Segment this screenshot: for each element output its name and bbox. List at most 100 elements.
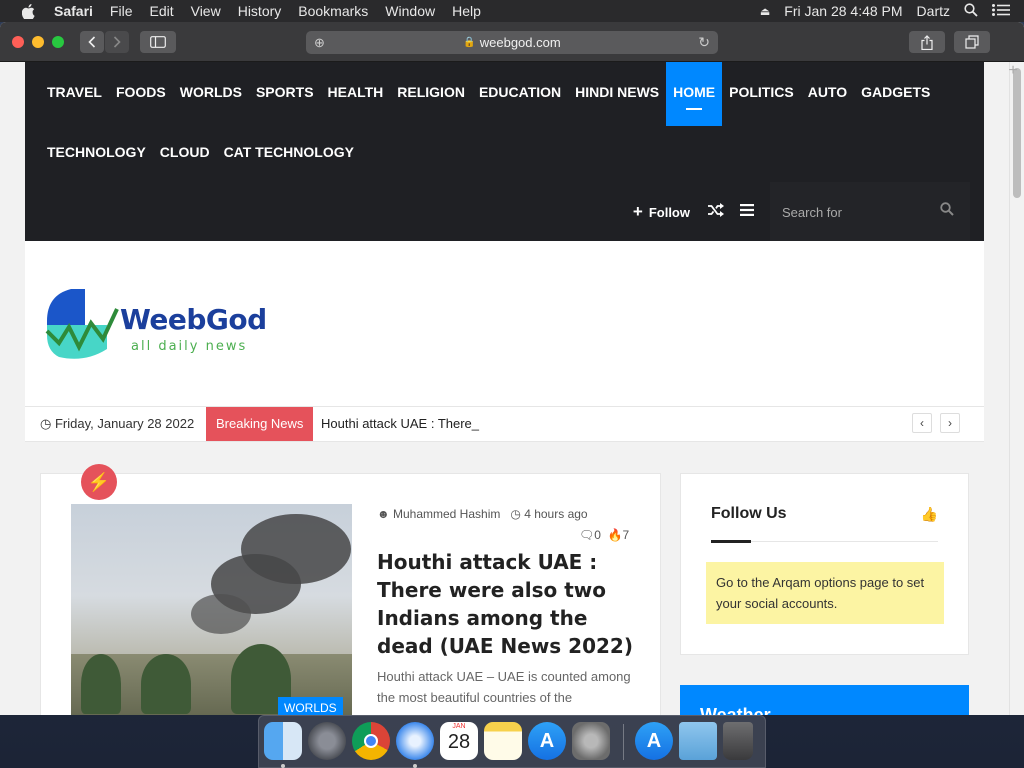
- clock-icon: ◷: [40, 416, 52, 431]
- menu-bar: Safari File Edit View History Bookmarks …: [0, 0, 1024, 22]
- search-input[interactable]: [782, 204, 932, 220]
- apple-menu-icon[interactable]: [20, 0, 36, 22]
- side-menu-button[interactable]: [740, 203, 754, 221]
- post-thumbnail[interactable]: [71, 504, 352, 715]
- nav-religion[interactable]: RELIGION: [390, 62, 472, 122]
- random-article-button[interactable]: [708, 202, 724, 222]
- ticker-prev-button[interactable]: ‹: [912, 413, 932, 433]
- new-tab-icon[interactable]: +: [1002, 62, 1024, 82]
- plus-icon: +: [632, 202, 643, 221]
- ticker-next-button[interactable]: ›: [940, 413, 960, 433]
- nav-health[interactable]: HEALTH: [321, 62, 391, 122]
- notes-icon[interactable]: [484, 722, 522, 760]
- nav-travel[interactable]: TRAVEL: [40, 62, 109, 122]
- nav-education[interactable]: EDUCATION: [472, 62, 568, 122]
- menu-clock[interactable]: Fri Jan 28 4:48 PM: [784, 3, 902, 19]
- eject-icon[interactable]: ⏏: [760, 5, 770, 18]
- nav-sports[interactable]: SPORTS: [249, 62, 321, 122]
- nav-foods[interactable]: FOODS: [109, 62, 173, 122]
- privacy-report-icon[interactable]: ⊕: [314, 35, 325, 51]
- post-excerpt: Houthi attack UAE – UAE is counted among…: [377, 669, 631, 705]
- nav-worlds[interactable]: WORLDS: [173, 62, 249, 122]
- calendar-icon[interactable]: JAN 28: [440, 722, 478, 760]
- menu-view[interactable]: View: [191, 0, 221, 22]
- palm-tree: [81, 654, 121, 714]
- nav-cloud[interactable]: CLOUD: [153, 122, 217, 182]
- nav-cat-technology[interactable]: CAT TECHNOLOGY: [217, 122, 361, 182]
- today-date-text: Friday, January 28 2022: [54, 416, 195, 431]
- menu-app-safari[interactable]: Safari: [54, 0, 93, 22]
- system-preferences-icon[interactable]: [572, 722, 610, 760]
- weather-title: Weather: [700, 705, 771, 715]
- site-header-nav: TRAVEL FOODS WORLDS SPORTS HEALTH RELIGI…: [25, 62, 984, 242]
- running-indicator: [281, 764, 285, 768]
- menu-bookmarks[interactable]: Bookmarks: [298, 0, 368, 22]
- notification-center-icon[interactable]: [992, 3, 1010, 19]
- comments-icon: 🗨: [579, 528, 595, 542]
- logo-wordmark: WeebGod: [120, 303, 267, 336]
- running-indicator: [413, 764, 417, 768]
- nav-technology[interactable]: TECHNOLOGY: [40, 122, 153, 182]
- address-bar[interactable]: ⊕ 🔒 weebgod.com ↻: [306, 31, 718, 54]
- weather-widget: Weather: [680, 685, 969, 715]
- page-scrollbar[interactable]: [1009, 62, 1024, 715]
- follow-us-widget: Follow Us 👍 Go to the Arqam options page…: [680, 473, 969, 655]
- logo-tagline: all daily news: [131, 339, 248, 354]
- tab-overview-button[interactable]: [954, 31, 990, 53]
- breaking-news-headline[interactable]: Houthi attack UAE : There_: [321, 407, 479, 441]
- post-meta: ☻ Muhammed Hashim ◷ 4 hours ago: [377, 507, 588, 521]
- author-icon: ☻: [377, 507, 390, 521]
- category-badge[interactable]: WORLDS: [278, 697, 343, 715]
- zoom-window-button[interactable]: [52, 36, 64, 48]
- breaking-news-bar: ◷ Friday, January 28 2022 Breaking News …: [25, 406, 984, 442]
- shuffle-icon: [708, 202, 724, 217]
- dock-separator: [623, 724, 624, 760]
- palm-tree: [141, 654, 191, 714]
- reload-icon[interactable]: ↻: [698, 34, 710, 51]
- app-store-icon[interactable]: A: [528, 722, 566, 760]
- post-author[interactable]: Muhammed Hashim: [393, 507, 500, 521]
- widget-title: Follow Us: [711, 505, 787, 522]
- main-menu-row-2: TECHNOLOGY CLOUD CAT TECHNOLOGY: [40, 122, 361, 182]
- downloads-folder-icon[interactable]: [679, 722, 717, 760]
- app-store-icon[interactable]: A: [635, 722, 673, 760]
- nav-gadgets[interactable]: GADGETS: [854, 62, 937, 122]
- header-tools: + Follow: [633, 182, 970, 242]
- search-box: [770, 182, 970, 242]
- comment-count[interactable]: 0: [594, 528, 601, 542]
- sidebar-icon: [150, 36, 166, 48]
- menu-user[interactable]: Dartz: [917, 3, 950, 19]
- back-button[interactable]: [80, 31, 104, 53]
- share-button[interactable]: [909, 31, 945, 53]
- nav-auto[interactable]: AUTO: [801, 62, 854, 122]
- forward-button[interactable]: [105, 31, 129, 53]
- fire-icon: 🔥: [607, 528, 623, 542]
- spotlight-search-icon[interactable]: [964, 2, 978, 20]
- menu-help[interactable]: Help: [452, 0, 481, 22]
- nav-politics[interactable]: POLITICS: [722, 62, 801, 122]
- follow-button[interactable]: + Follow: [633, 202, 690, 222]
- search-icon[interactable]: [940, 202, 954, 221]
- scrollbar-thumb[interactable]: [1013, 68, 1021, 198]
- browser-toolbar: ⊕ 🔒 weebgod.com ↻: [0, 22, 1024, 62]
- menu-file[interactable]: File: [110, 0, 133, 22]
- safari-icon[interactable]: [396, 722, 434, 760]
- menu-window[interactable]: Window: [385, 0, 435, 22]
- launchpad-icon[interactable]: [308, 722, 346, 760]
- sidebar-toggle-button[interactable]: [140, 31, 176, 53]
- minimize-window-button[interactable]: [32, 36, 44, 48]
- finder-icon[interactable]: [264, 722, 302, 760]
- safari-window: ⊕ 🔒 weebgod.com ↻ TRAVEL FOODS WORLDS SP…: [0, 22, 1024, 715]
- menu-edit[interactable]: Edit: [149, 0, 173, 22]
- trash-icon[interactable]: [723, 722, 753, 760]
- chrome-icon[interactable]: [352, 722, 390, 760]
- hamburger-icon: [740, 204, 754, 216]
- post-title[interactable]: Houthi attack UAE : There were also two …: [377, 548, 637, 660]
- nav-home[interactable]: HOME: [666, 62, 723, 126]
- close-window-button[interactable]: [12, 36, 24, 48]
- nav-hindi-news[interactable]: HINDI NEWS: [568, 62, 666, 122]
- logo-area: WeebGod all daily news: [25, 241, 984, 406]
- thumbs-up-icon: 👍: [920, 506, 938, 522]
- menu-history[interactable]: History: [238, 0, 282, 22]
- site-logo[interactable]: WeebGod all daily news: [45, 285, 285, 365]
